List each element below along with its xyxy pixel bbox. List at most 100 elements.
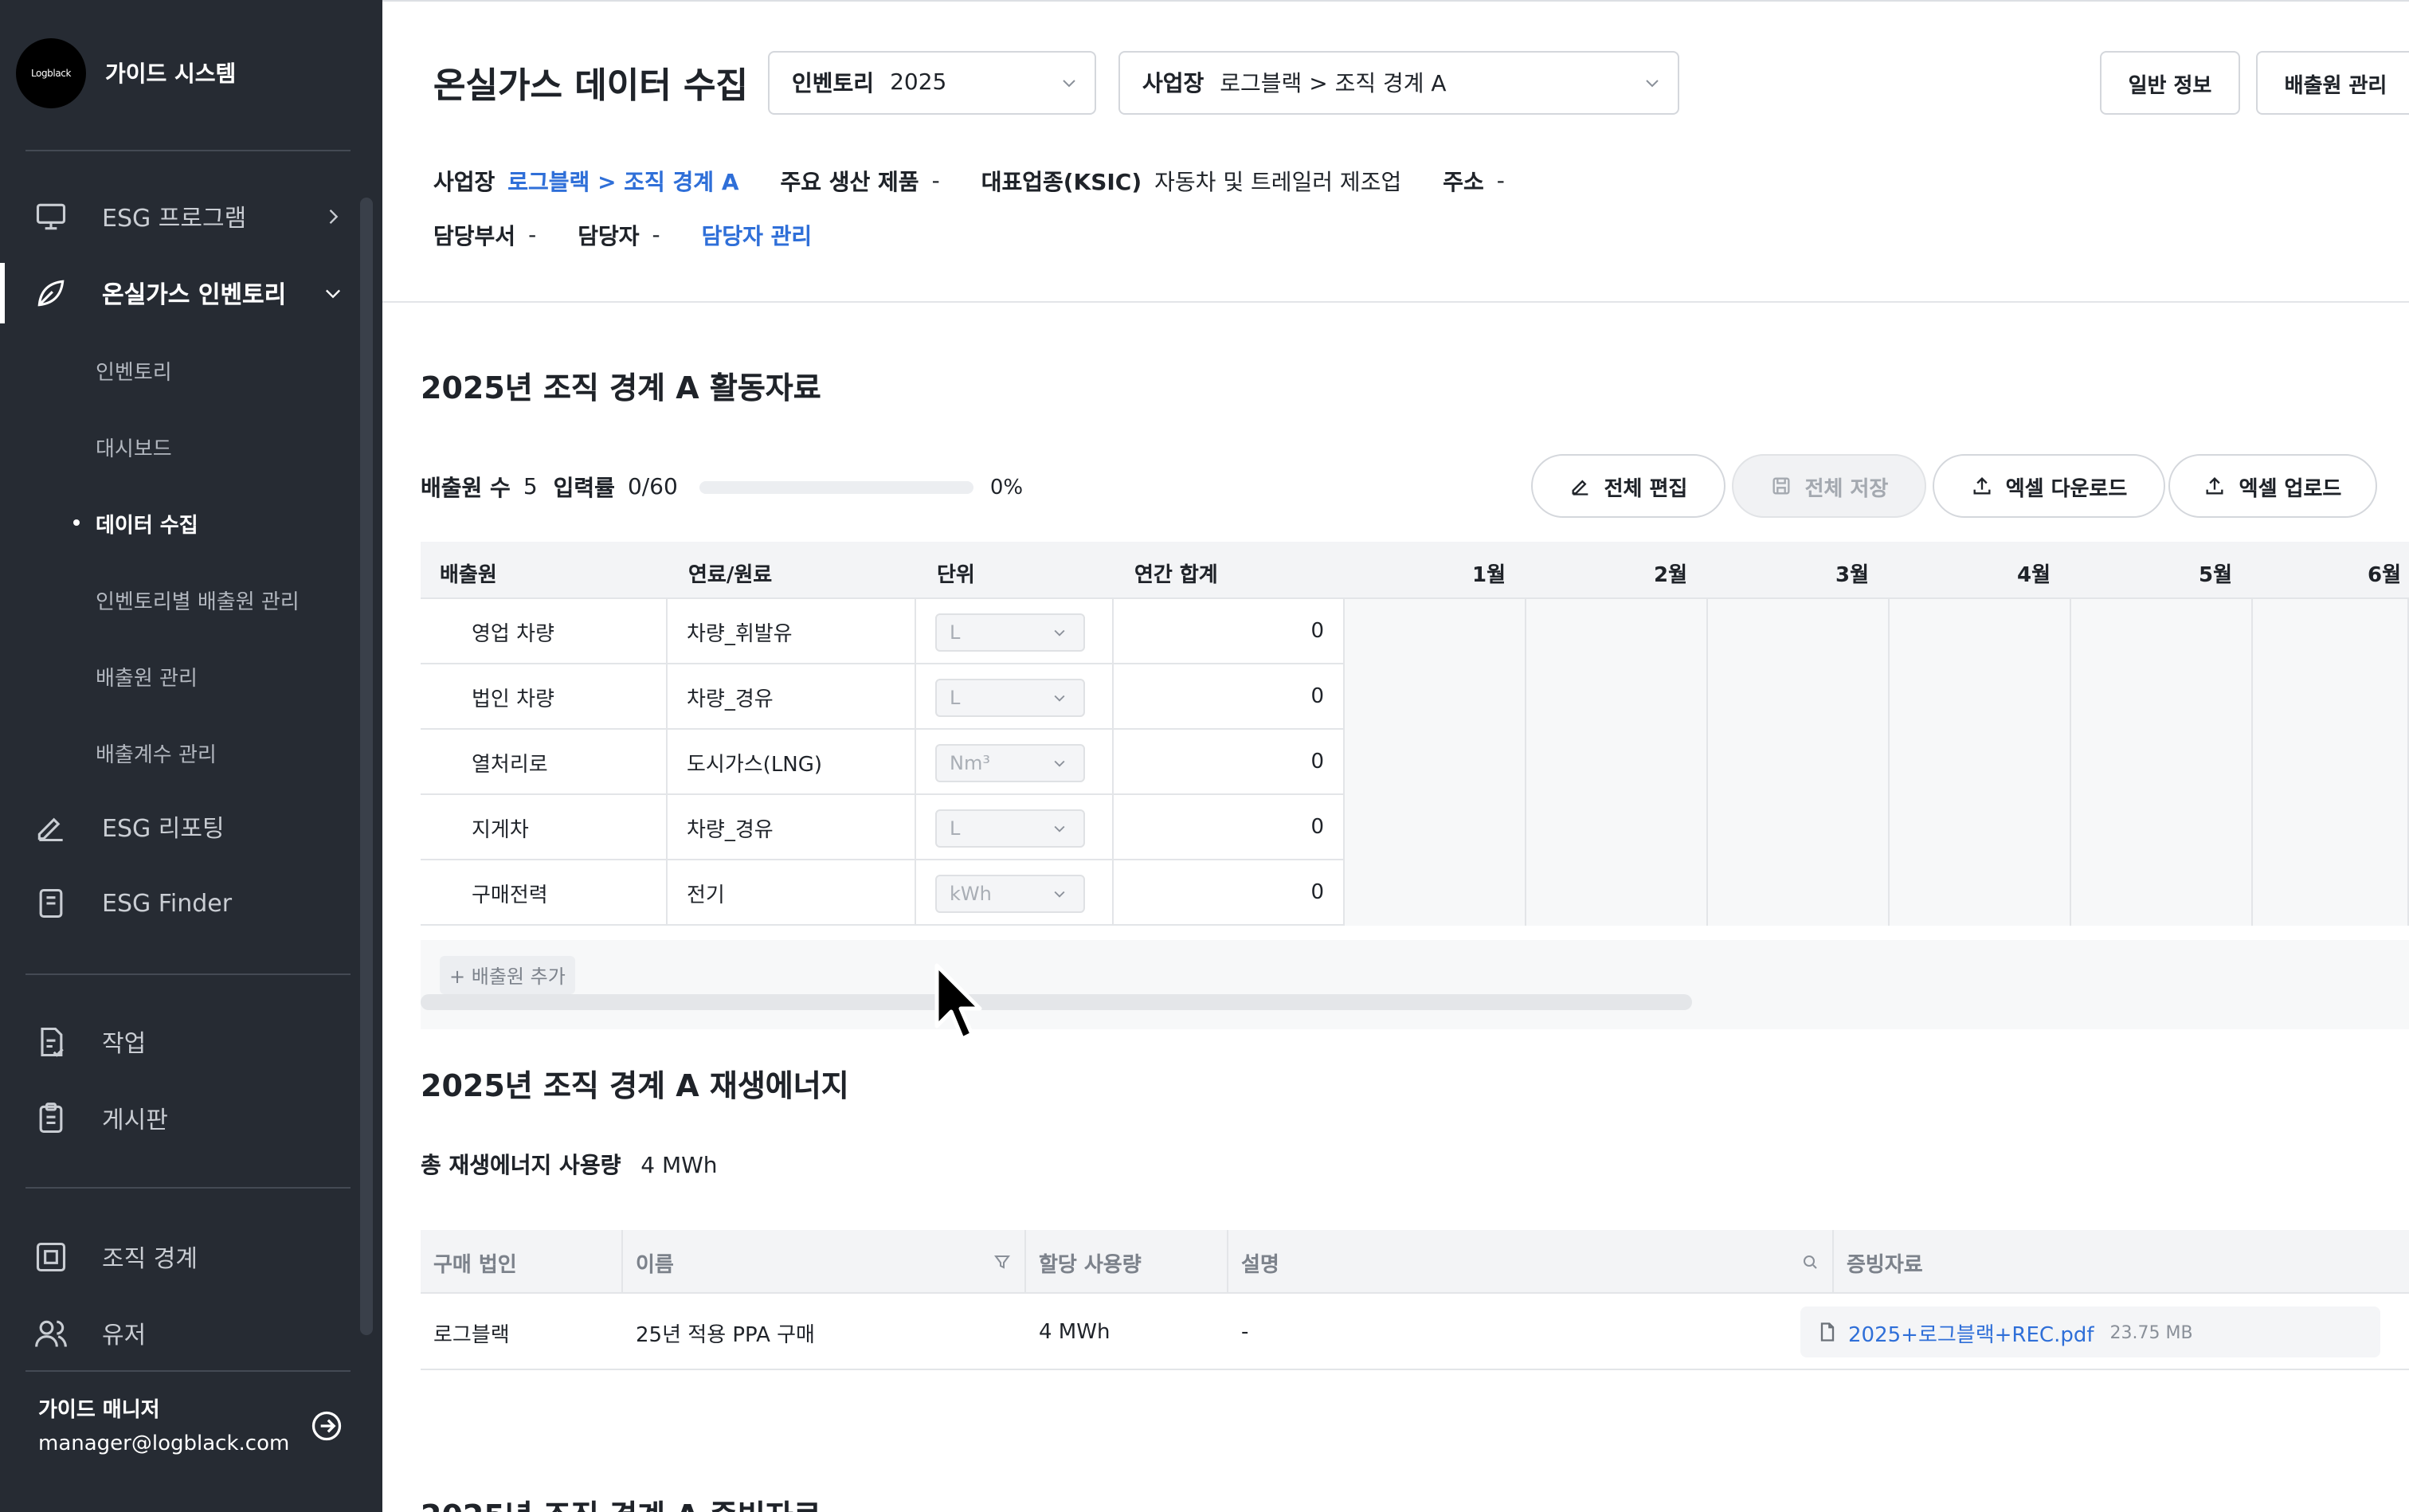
cell-feb[interactable] — [1526, 730, 1708, 795]
total-value: 0 — [1310, 750, 1324, 774]
sidebar-item-label: 조직 경계 — [102, 1244, 198, 1272]
info-address-label: 주소 — [1443, 170, 1484, 196]
unit-select[interactable]: L — [935, 678, 1085, 716]
sidebar-item-esg-finder[interactable]: ESG Finder — [0, 867, 360, 940]
cell-jun[interactable] — [2253, 599, 2409, 664]
excel-upload-button[interactable]: 엑셀 업로드 — [2168, 454, 2377, 518]
cell-jan[interactable] — [1345, 599, 1526, 664]
cell-apr[interactable] — [1890, 730, 2071, 795]
col-feb: 2월 — [1654, 564, 1688, 588]
info-manager-value: - — [652, 223, 660, 249]
cell-jan[interactable] — [1345, 795, 1526, 860]
save-icon — [1772, 477, 1790, 495]
evidence-file[interactable]: 2025+로그블랙+REC.pdf 23.75 MB — [1800, 1306, 2380, 1357]
cell-fuel: 도시가스(LNG) — [668, 730, 916, 795]
info-site-label: 사업장 — [433, 170, 496, 196]
cell-total: 0 — [1114, 664, 1345, 730]
cell-usage: 4 MWh — [1026, 1294, 1228, 1370]
total-value: 0 — [1310, 816, 1324, 840]
sidebar-item-esg-program[interactable]: ESG 프로그램 — [0, 180, 360, 253]
cell-may[interactable] — [2071, 599, 2253, 664]
search-icon[interactable] — [1800, 1252, 1819, 1271]
cell-jun[interactable] — [2253, 664, 2409, 730]
emission-source-management-button[interactable]: 배출원 관리 — [2256, 51, 2409, 115]
sidebar-subitem-inventory[interactable]: 인벤토리 — [96, 355, 172, 386]
sidebar-subitem-data-collection[interactable]: 데이터 수집 — [72, 508, 198, 539]
total-value: 0 — [1310, 881, 1324, 905]
unit-value: kWh — [950, 882, 992, 904]
sidebar-scrollbar[interactable] — [360, 198, 373, 1335]
cell-may[interactable] — [2071, 730, 2253, 795]
cell-may[interactable] — [2071, 860, 2253, 926]
users-icon — [35, 1320, 67, 1347]
sidebar-divider — [25, 1187, 351, 1189]
total-value: 0 — [1310, 620, 1324, 644]
edit-all-button[interactable]: 전체 편집 — [1531, 454, 1725, 518]
cell-apr[interactable] — [1890, 795, 2071, 860]
cell-jan[interactable] — [1345, 860, 1526, 926]
usage-text: 4 MWh — [1039, 1320, 1110, 1344]
save-all-button[interactable]: 전체 저장 — [1732, 454, 1926, 518]
excel-download-button[interactable]: 엑셀 다운로드 — [1933, 454, 2165, 518]
unit-select[interactable]: Nm³ — [935, 743, 1085, 781]
info-product-value: - — [931, 169, 940, 194]
cell-jun[interactable] — [2253, 860, 2409, 926]
unit-select[interactable]: L — [935, 809, 1085, 847]
manager-management-link[interactable]: 담당자 관리 — [702, 220, 813, 252]
inventory-select[interactable]: 인벤토리 2025 — [768, 51, 1096, 115]
sidebar-subitem-emission-factor[interactable]: 배출계수 관리 — [96, 738, 217, 768]
sidebar-item-org-boundary[interactable]: 조직 경계 — [0, 1220, 360, 1294]
sidebar-item-label: ESG 리포팅 — [102, 813, 225, 842]
cell-mar[interactable] — [1708, 795, 1890, 860]
cell-jan[interactable] — [1345, 730, 1526, 795]
sidebar-subitem-emission-source[interactable]: 배출원 관리 — [96, 661, 198, 691]
user-name: 가이드 매니저 — [38, 1399, 160, 1423]
cell-may[interactable] — [2071, 664, 2253, 730]
sidebar-subitem-inventory-emission[interactable]: 인벤토리별 배출원 관리 — [96, 585, 300, 615]
sidebar-item-ghg-inventory[interactable]: 온실가스 인벤토리 — [0, 257, 360, 330]
cell-jun[interactable] — [2253, 730, 2409, 795]
cell-total: 0 — [1114, 795, 1345, 860]
info-site-link[interactable]: 로그블랙 > 조직 경계 A — [507, 166, 738, 198]
cell-feb[interactable] — [1526, 860, 1708, 926]
cell-mar[interactable] — [1708, 730, 1890, 795]
chevron-down-icon — [1054, 629, 1065, 636]
unit-select[interactable]: L — [935, 613, 1085, 651]
site-select[interactable]: 사업장 로그블랙 > 조직 경계 A — [1118, 51, 1679, 115]
cell-jan[interactable] — [1345, 664, 1526, 730]
fuel-text: 도시가스(LNG) — [687, 754, 823, 778]
table-row: 지게차 차량_경유 L 0 — [421, 795, 2409, 860]
cell-feb[interactable] — [1526, 795, 1708, 860]
cell-fuel: 차량_경유 — [668, 795, 916, 860]
cell-mar[interactable] — [1708, 599, 1890, 664]
info-dept-value: - — [528, 223, 537, 249]
file-icon — [1820, 1322, 1835, 1342]
logo: Logblack — [16, 38, 86, 108]
col-desc: 설명 — [1228, 1230, 1834, 1294]
cell-jun[interactable] — [2253, 795, 2409, 860]
brand[interactable]: Logblack 가이드 시스템 — [16, 38, 236, 108]
cell-apr[interactable] — [1890, 860, 2071, 926]
cell-may[interactable] — [2071, 795, 2253, 860]
filter-icon[interactable] — [993, 1252, 1012, 1271]
sidebar-item-task[interactable]: 작업 — [0, 1005, 360, 1079]
unit-select[interactable]: kWh — [935, 874, 1085, 912]
cell-mar[interactable] — [1708, 664, 1890, 730]
add-emission-source-button[interactable]: + 배출원 추가 — [440, 956, 575, 994]
cell-feb[interactable] — [1526, 599, 1708, 664]
logout-icon[interactable] — [309, 1408, 344, 1443]
cell-apr[interactable] — [1890, 599, 2071, 664]
source-count-label: 배출원 수 — [421, 476, 511, 502]
sidebar-item-users[interactable]: 유저 — [0, 1297, 360, 1370]
table-horizontal-scrollbar[interactable] — [421, 994, 1692, 1010]
cell-mar[interactable] — [1708, 860, 1890, 926]
cell-total: 0 — [1114, 730, 1345, 795]
general-info-button[interactable]: 일반 정보 — [2100, 51, 2240, 115]
sidebar-item-board[interactable]: 게시판 — [0, 1082, 360, 1155]
cell-feb[interactable] — [1526, 664, 1708, 730]
sidebar-item-esg-reporting[interactable]: ESG 리포팅 — [0, 790, 360, 864]
cell-source: 법인 차량 — [421, 664, 668, 730]
cell-apr[interactable] — [1890, 664, 2071, 730]
sidebar-subitem-dashboard[interactable]: 대시보드 — [96, 432, 172, 462]
evidence-file-name[interactable]: 2025+로그블랙+REC.pdf — [1848, 1317, 2094, 1347]
